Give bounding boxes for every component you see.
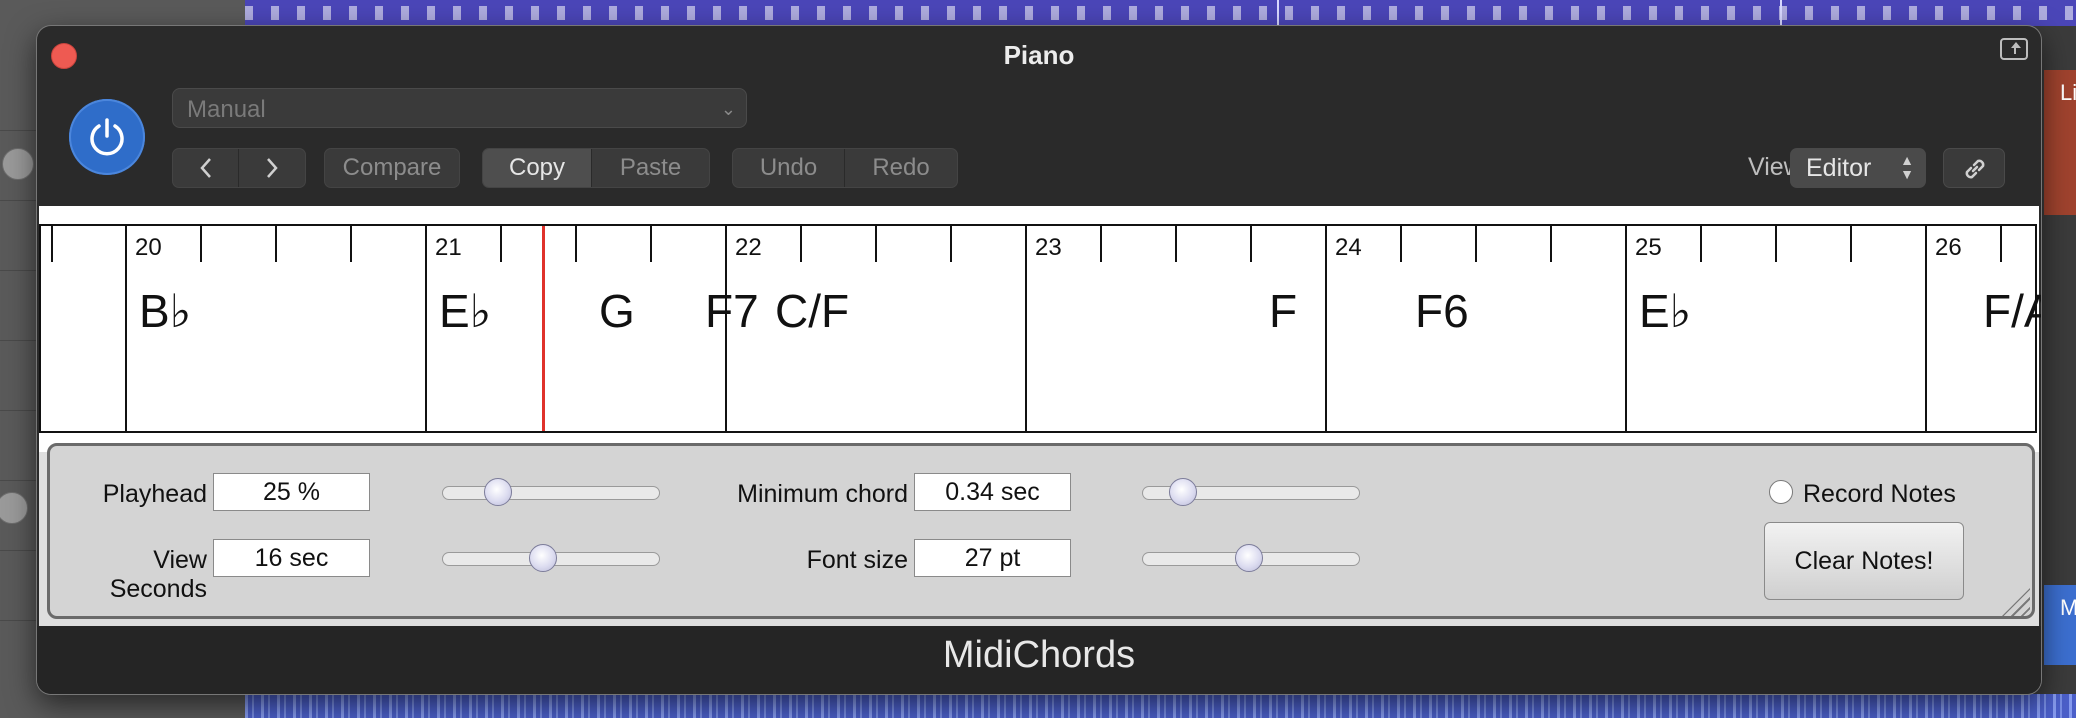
preset-select[interactable]: Manual ⌄ <box>172 88 747 128</box>
beat-tick <box>1175 226 1177 262</box>
copy-paste-group: Copy Paste <box>482 148 710 188</box>
beat-tick <box>1550 226 1552 262</box>
expand-icon[interactable] <box>2000 38 2028 60</box>
beat-tick <box>2000 226 2002 262</box>
resize-grip-icon[interactable] <box>2002 588 2030 616</box>
bar-number: 24 <box>1335 234 1362 261</box>
chord-label: G <box>599 285 635 337</box>
undo-redo-group: Undo Redo <box>732 148 958 188</box>
bar-line <box>1625 226 1627 431</box>
bar-number: 23 <box>1035 234 1062 261</box>
beat-tick <box>950 226 952 262</box>
chord-timeline[interactable]: 20 21 22 23 24 25 26 B♭ E♭ G F7 C/F F F6… <box>39 224 2041 433</box>
background-audio-region <box>245 694 2076 718</box>
chevron-left-icon <box>199 158 211 178</box>
plugin-footer: MidiChords <box>37 626 2041 694</box>
record-notes-label: Record Notes <box>1803 480 1956 508</box>
chevron-down-icon: ⌄ <box>720 99 736 119</box>
chevron-right-icon <box>267 158 278 178</box>
font-size-field[interactable]: 27 pt <box>914 539 1071 577</box>
view-seconds-label: View Seconds <box>109 546 207 603</box>
power-button[interactable] <box>69 99 145 175</box>
bar-line <box>1325 226 1327 431</box>
playhead-line[interactable] <box>542 226 545 431</box>
beat-tick <box>1475 226 1477 262</box>
background-knob <box>2 148 34 180</box>
view-seconds-slider[interactable] <box>442 544 660 572</box>
plugin-window: Piano Manual ⌄ Compare Copy Paste Undo R… <box>37 26 2041 694</box>
beat-tick <box>500 226 502 262</box>
font-size-slider[interactable] <box>1142 544 1360 572</box>
background-region-red: Li <box>2044 70 2076 215</box>
title-bar: Piano <box>37 26 2041 82</box>
view-value: Editor <box>1806 154 1872 182</box>
chord-label: F7 <box>705 285 759 337</box>
slider-knob[interactable] <box>1169 478 1197 506</box>
beat-tick <box>1850 226 1852 262</box>
chord-label: C/F <box>775 285 850 337</box>
bar-number: 21 <box>435 234 462 261</box>
preset-value: Manual <box>187 96 266 123</box>
bar-number: 20 <box>135 234 162 261</box>
minimum-chord-field[interactable]: 0.34 sec <box>914 473 1071 511</box>
slider-knob[interactable] <box>1235 544 1263 572</box>
beat-tick <box>875 226 877 262</box>
playhead-field[interactable]: 25 % <box>213 473 370 511</box>
view-seconds-field[interactable]: 16 sec <box>213 539 370 577</box>
bar-line <box>1925 226 1927 431</box>
control-panel: Playhead 25 % View Seconds 16 sec Minimu… <box>47 443 2035 619</box>
chord-label: E♭ <box>1639 285 1692 337</box>
playhead-label: Playhead <box>102 480 207 508</box>
bar-number: 25 <box>1635 234 1662 261</box>
beat-tick <box>200 226 202 262</box>
slider-knob[interactable] <box>529 544 557 572</box>
slider-knob[interactable] <box>484 478 512 506</box>
bar-line <box>1025 226 1027 431</box>
beat-tick <box>51 226 53 262</box>
background-region-blue: M <box>2044 585 2076 665</box>
compare-group: Compare <box>324 148 460 188</box>
bar-number: 22 <box>735 234 762 261</box>
paste-button[interactable]: Paste <box>592 149 709 187</box>
beat-tick <box>1775 226 1777 262</box>
beat-tick <box>1100 226 1102 262</box>
chord-label: F/A <box>1983 285 2041 337</box>
redo-button[interactable]: Redo <box>845 149 957 187</box>
up-down-chevron-icon: ▲ ▼ <box>1900 152 1914 182</box>
chord-label: F6 <box>1415 285 1469 337</box>
bar-line <box>125 226 127 431</box>
beat-tick <box>650 226 652 262</box>
undo-button[interactable]: Undo <box>733 149 845 187</box>
playhead-slider[interactable] <box>442 478 660 506</box>
beat-tick <box>575 226 577 262</box>
beat-tick <box>1400 226 1402 262</box>
compare-button[interactable]: Compare <box>325 149 459 187</box>
bar-number: 26 <box>1935 234 1962 261</box>
font-size-label: Font size <box>806 546 908 574</box>
link-button[interactable] <box>1943 148 2005 188</box>
chord-label: E♭ <box>439 285 492 337</box>
plugin-name: MidiChords <box>942 634 1136 676</box>
prev-preset-button[interactable] <box>173 149 239 187</box>
record-notes-radio[interactable] <box>1769 480 1793 504</box>
bar-line <box>425 226 427 431</box>
window-title: Piano <box>1003 40 1075 70</box>
minimum-chord-label: Minimum chord <box>737 480 908 508</box>
link-icon <box>1965 159 1985 179</box>
clear-notes-button[interactable]: Clear Notes! <box>1764 522 1964 600</box>
chord-label: B♭ <box>139 285 192 337</box>
chord-label: F <box>1269 285 1298 337</box>
background-midi-region <box>245 0 2076 26</box>
power-icon <box>90 118 124 156</box>
next-preset-button[interactable] <box>239 149 305 187</box>
minimum-chord-slider[interactable] <box>1142 478 1360 506</box>
beat-tick <box>800 226 802 262</box>
preset-nav-group <box>172 148 306 188</box>
beat-tick <box>350 226 352 262</box>
beat-tick <box>1250 226 1252 262</box>
beat-tick <box>1700 226 1702 262</box>
view-select[interactable]: Editor ▲ ▼ <box>1790 148 1926 188</box>
copy-button[interactable]: Copy <box>483 149 593 187</box>
beat-tick <box>275 226 277 262</box>
